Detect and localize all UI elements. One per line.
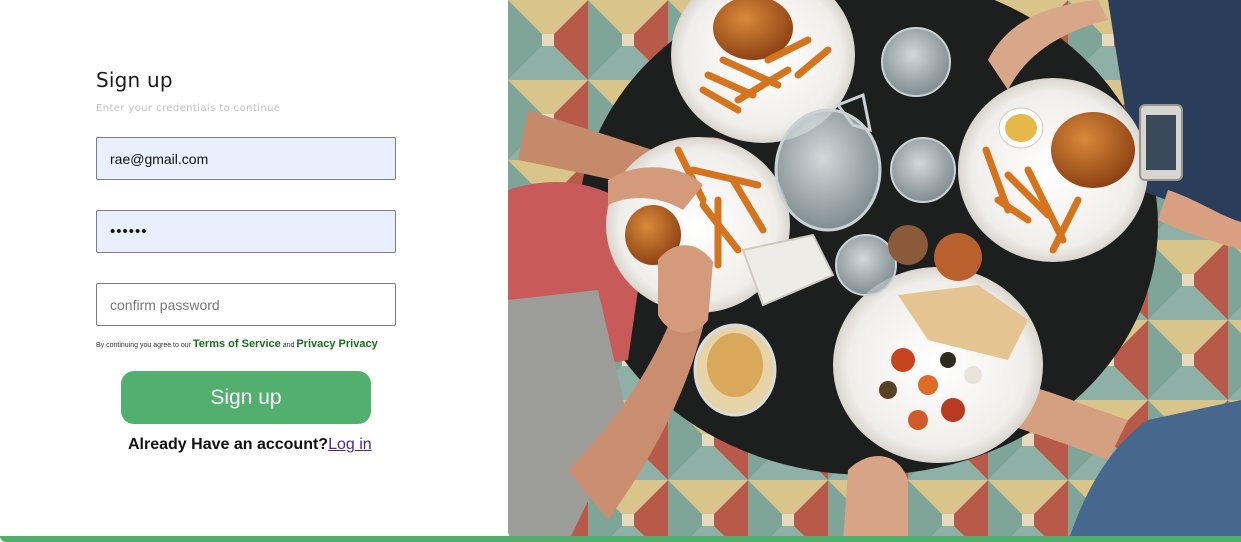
privacy-policy-link[interactable]: Privacy Privacy — [296, 338, 377, 350]
terms-of-service-link[interactable]: Terms of Service — [193, 338, 281, 350]
terms-notice: By continuing you agree to our Terms of … — [96, 338, 378, 350]
page-title: Sign up — [96, 68, 173, 92]
login-link[interactable]: Log in — [328, 436, 372, 453]
email-field[interactable] — [96, 137, 396, 180]
signup-form-panel: Sign up Enter your credentials to contin… — [0, 0, 508, 542]
hero-image — [508, 0, 1241, 542]
login-prompt: Already Have an account?Log in — [128, 436, 372, 454]
signup-page: Sign up Enter your credentials to contin… — [0, 0, 1241, 542]
bottom-accent-bar — [0, 536, 1241, 542]
account-prompt-text: Already Have an account? — [128, 436, 329, 453]
restaurant-table-photo — [508, 0, 1241, 542]
terms-prefix: By continuing you agree to our — [96, 342, 191, 349]
password-field[interactable] — [96, 210, 396, 253]
page-subtitle: Enter your credentials to continue — [96, 103, 281, 114]
signup-button[interactable]: Sign up — [121, 371, 371, 424]
terms-and: and — [282, 342, 295, 349]
confirm-password-field[interactable] — [96, 283, 396, 326]
